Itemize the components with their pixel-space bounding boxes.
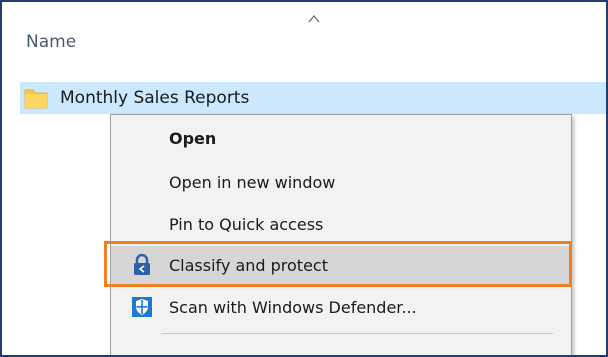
menu-item-open[interactable]: Open [111, 119, 571, 157]
folder-icon [24, 89, 48, 109]
context-menu: Open Open in new window Pin to Quick acc… [110, 114, 572, 355]
column-header[interactable]: Name [4, 4, 606, 64]
menu-more-items [111, 347, 571, 355]
name-column-label[interactable]: Name [26, 32, 76, 52]
folder-row[interactable]: Monthly Sales Reports [20, 82, 606, 114]
chevron-up-icon [308, 14, 320, 23]
menu-item-label: Open [169, 128, 217, 148]
folder-name: Monthly Sales Reports [60, 88, 250, 108]
menu-item-classify-and-protect[interactable]: Classify and protect [111, 246, 571, 284]
lock-icon [134, 254, 150, 275]
menu-item-label: Open in new window [169, 172, 336, 192]
explorer-window: Name Monthly Sales Reports Open Open in … [0, 0, 608, 357]
menu-separator [161, 333, 553, 334]
defender-shield-icon [132, 297, 152, 317]
menu-item-label: Classify and protect [169, 255, 328, 275]
menu-item-open-in-new-window[interactable]: Open in new window [111, 163, 571, 201]
menu-item-pin-to-quick-access[interactable]: Pin to Quick access [111, 205, 571, 243]
menu-item-label: Scan with Windows Defender... [169, 297, 417, 317]
menu-item-label: Pin to Quick access [169, 214, 324, 234]
menu-item-scan-with-windows-defender[interactable]: Scan with Windows Defender... [111, 288, 571, 326]
